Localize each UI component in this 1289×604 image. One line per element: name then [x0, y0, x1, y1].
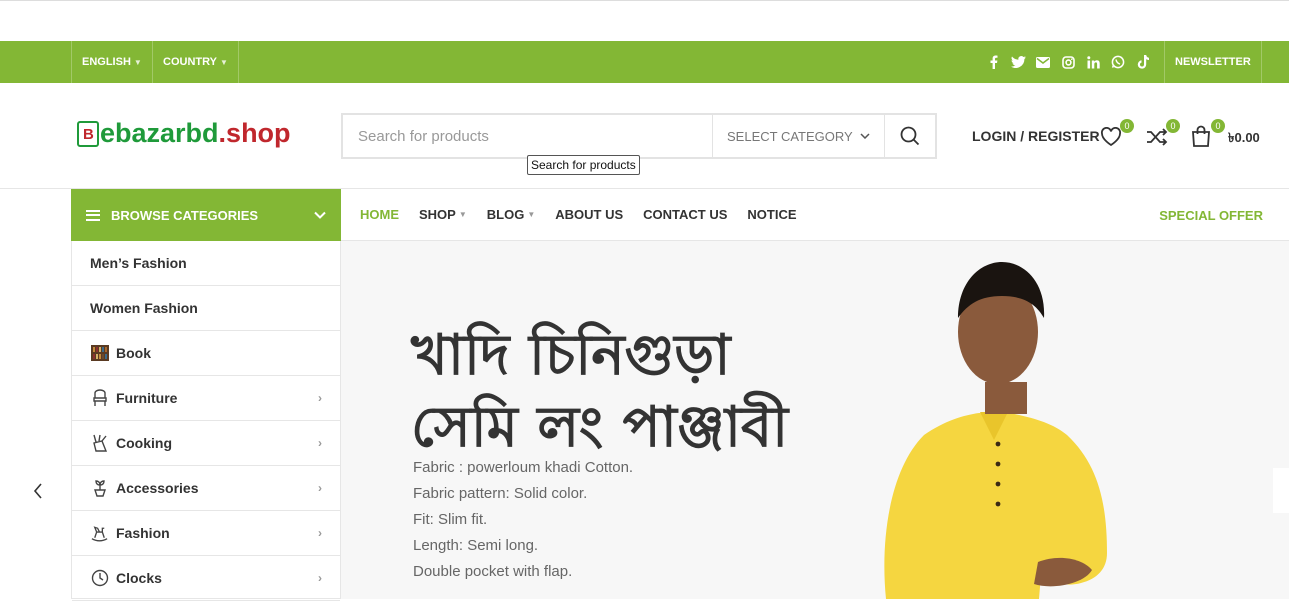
wishlist-button[interactable]: 0: [1100, 119, 1134, 149]
whatsapp-icon[interactable]: [1110, 54, 1126, 70]
category-book[interactable]: Book: [72, 331, 340, 376]
search-form: SELECT CATEGORY: [341, 113, 937, 159]
tiktok-icon[interactable]: [1135, 54, 1151, 70]
chevron-down-icon: ▼: [219, 57, 228, 67]
chevron-right-icon: ›: [318, 436, 322, 450]
twitter-icon[interactable]: [1010, 54, 1026, 70]
cart-button[interactable]: 0: [1191, 119, 1225, 149]
category-mens-fashion[interactable]: Men’s Fashion: [72, 241, 340, 286]
plant-pot-icon: [90, 479, 109, 498]
category-women-fashion[interactable]: Women Fashion: [72, 286, 340, 331]
banner-title: খাদি চিনিগুড়া সেমি লং পাঞ্জাবী: [411, 323, 789, 460]
compare-button[interactable]: 0: [1146, 119, 1180, 149]
nav-blog[interactable]: BLOG ▼: [487, 207, 535, 222]
shopping-bag-logo-icon: B: [77, 120, 99, 147]
shopping-bag-icon: [1192, 125, 1210, 147]
country-selector[interactable]: COUNTRY ▼: [152, 41, 239, 83]
chevron-right-icon: ›: [318, 391, 322, 405]
category-clocks[interactable]: Clocks ›: [72, 556, 340, 601]
chevron-down-icon: ▼: [133, 57, 142, 67]
chevron-down-icon: [314, 211, 326, 219]
shuffle-icon: [1147, 128, 1168, 146]
rocking-horse-icon: [90, 524, 109, 543]
cart-total[interactable]: ৳0.00: [1228, 129, 1260, 150]
category-accessories[interactable]: Accessories ›: [72, 466, 340, 511]
chevron-right-icon: ›: [318, 526, 322, 540]
slider-prev-button[interactable]: [15, 468, 60, 513]
main-navigation: HOME SHOP ▼ BLOG ▼ ABOUT US CONTACT US NOT…: [341, 189, 1289, 241]
chevron-left-icon: [33, 482, 42, 499]
banner-specs: Fabric : powerloum khadi Cotton. Fabric …: [413, 459, 634, 580]
top-bar: ENGLISH ▼ COUNTRY ▼ NEWSLETTER: [0, 41, 1289, 83]
nav-contact-us[interactable]: CONTACT US: [643, 207, 727, 222]
category-cooking[interactable]: Cooking ›: [72, 421, 340, 466]
email-icon[interactable]: [1035, 54, 1051, 70]
slider-next-button[interactable]: [1273, 468, 1289, 513]
menu-icon: [86, 209, 100, 221]
cart-count-badge: 0: [1211, 119, 1225, 133]
browser-top-strip: [0, 0, 1289, 41]
heart-icon: [1100, 126, 1122, 147]
search-icon: [900, 126, 920, 146]
knife-block-icon: [90, 434, 109, 453]
nav-notice[interactable]: NOTICE: [747, 207, 796, 222]
chevron-down-icon: ▼: [458, 210, 467, 219]
login-register-link[interactable]: LOGIN / REGISTER: [972, 128, 1100, 144]
compare-count-badge: 0: [1166, 119, 1180, 133]
search-input[interactable]: [343, 115, 712, 157]
category-select[interactable]: SELECT CATEGORY: [712, 115, 884, 157]
instagram-icon[interactable]: [1060, 54, 1076, 70]
special-offer-link[interactable]: SPECIAL OFFER: [1159, 208, 1263, 223]
language-selector[interactable]: ENGLISH ▼: [71, 41, 152, 83]
chevron-down-icon: [860, 133, 870, 139]
nav-home[interactable]: HOME: [360, 207, 399, 222]
linkedin-icon[interactable]: [1085, 54, 1101, 70]
browse-categories-button[interactable]: BROWSE CATEGORIES: [71, 189, 341, 241]
newsletter-link[interactable]: NEWSLETTER: [1164, 41, 1262, 83]
site-logo[interactable]: B ebazarbd .shop: [77, 118, 291, 149]
category-list: Men’s Fashion Women Fashion Book Furnitu…: [71, 241, 341, 601]
chevron-down-icon: ▼: [527, 210, 536, 219]
search-button[interactable]: [884, 115, 935, 157]
bookshelf-icon: [90, 344, 109, 363]
category-furniture[interactable]: Furniture ›: [72, 376, 340, 421]
chair-icon: [90, 389, 109, 408]
model-photo: [862, 262, 1156, 599]
facebook-icon[interactable]: [985, 54, 1001, 70]
chevron-right-icon: ›: [318, 571, 322, 585]
chevron-right-icon: ›: [318, 481, 322, 495]
social-links: [985, 41, 1151, 83]
clock-icon: [90, 569, 109, 588]
main-header: B ebazarbd.shop SELECT CATEGORY LOGIN / …: [0, 83, 1289, 189]
search-tooltip: Search for products: [527, 155, 640, 175]
wishlist-count-badge: 0: [1120, 119, 1134, 133]
nav-about-us[interactable]: ABOUT US: [555, 207, 623, 222]
nav-shop[interactable]: SHOP ▼: [419, 207, 467, 222]
category-fashion[interactable]: Fashion ›: [72, 511, 340, 556]
